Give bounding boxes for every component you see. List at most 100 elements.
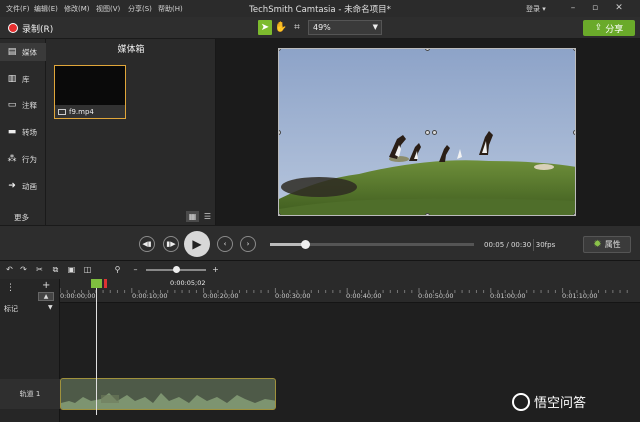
crop-icon[interactable]: ⌗ [290,20,304,35]
step-forward-icon[interactable]: ▮▶ [163,236,179,252]
nav-label: 注释 [22,100,37,110]
nav-item-animation[interactable]: ➜ 动画 [0,177,46,195]
animation-icon: ➜ [8,181,16,191]
properties-button[interactable]: ✹ 属性 [583,236,631,253]
video-preview[interactable] [278,48,576,216]
nav-item-library[interactable]: ▥ 库 [0,70,46,88]
playhead-line[interactable] [96,285,97,415]
zoom-out-icon[interactable]: – [130,264,141,275]
properties-label: 属性 [604,240,621,249]
collapse-tracks-icon[interactable]: ▲ [38,292,54,301]
media-file-name: f9.mp4 [69,107,94,116]
library-icon: ▥ [7,74,17,84]
timeline-zoom-slider[interactable] [146,266,206,273]
scrubber-knob[interactable] [300,240,310,249]
zoom-select[interactable]: 49% ▼ [308,20,382,35]
watermark-logo-icon [512,392,530,411]
share-label: 分享 [605,24,624,35]
zoom-value: 49% [313,23,331,32]
playhead-handle[interactable] [91,279,102,288]
nav-item-media[interactable]: ▤ 媒体 [0,43,46,61]
nav-item-annotation[interactable]: ▭ 注释 [0,96,46,114]
step-back-icon[interactable]: ◀▮ [139,236,155,252]
chevron-down-icon[interactable]: ▼ [48,304,53,311]
tick-label: 0:00:20;00 [203,292,239,300]
canvas-area [216,39,640,225]
media-bin-title: 媒体箱 [117,45,145,55]
play-button[interactable]: ▶ [184,231,210,257]
playback-bar: ◀▮ ▮▶ ▶ ‹ › 00:05 / 00:30 30fps ✹ 属性 [0,225,640,261]
record-button[interactable]: 录制(R) [4,20,57,36]
record-icon [8,23,18,33]
media-icon: ▤ [7,47,17,57]
redo-icon[interactable]: ↷ [18,264,29,275]
time-readout: 00:05 / 00:30 [484,241,532,249]
tick-label: 0:00:50;00 [418,292,454,300]
nav-label: 转场 [22,127,37,137]
zoom-icon: ⚲ [114,265,121,274]
record-label: 录制(R) [22,24,54,35]
annotation-icon: ▭ [7,100,17,110]
timeline-clip[interactable] [60,378,276,410]
marker-track-label: 标记 [4,305,18,313]
main-toolbar: 录制(R) ➤ ✋ ⌗ 49% ▼ ⇪ 分享 [0,17,640,39]
video-file-icon [58,108,66,115]
tick-label: 0:00:00;00 [60,292,96,300]
transition-icon: ▬ [7,127,17,137]
playback-scrubber[interactable] [270,240,474,249]
more-button[interactable]: 更多 [0,211,46,225]
login-link[interactable]: 登录 ▾ [526,4,546,14]
left-nav: ▤ 媒体 ▥ 库 ▭ 注释 ▬ 转场 ⁂ 行为 ➜ 动画 [0,39,46,225]
resize-handle-bottom[interactable] [425,213,430,215]
split-icon[interactable]: ◫ [82,264,93,275]
timeline-toolbar: ↶ ↷ ✂ ⧉ ▣ ◫ ⚲ – + [0,261,640,279]
copy-icon[interactable]: ⧉ [50,264,61,275]
track-1-label[interactable]: 轨道 1 [0,379,60,409]
resize-handle-tr[interactable] [573,49,575,51]
rotate-handle[interactable] [425,130,430,135]
nav-label: 媒体 [22,47,37,57]
paste-icon[interactable]: ▣ [66,264,77,275]
share-icon: ⇪ [594,23,603,33]
media-thumbnail-footer: f9.mp4 [55,105,125,118]
playhead-time: 0:00:05;02 [170,279,206,287]
watermark-text: 悟空问答 [534,396,587,411]
next-clip-icon[interactable]: › [240,236,256,252]
media-thumbnail[interactable]: f9.mp4 [54,65,126,119]
behavior-icon: ⁂ [7,154,17,164]
nav-label: 库 [22,74,30,84]
clip-waveform [61,393,275,409]
hand-icon[interactable]: ✋ [274,20,288,35]
undo-icon[interactable]: ↶ [4,264,15,275]
grid-view-icon[interactable]: ▦ [186,211,199,222]
track-lock-icon[interactable]: ⋮ [6,283,15,293]
resize-handle-right[interactable] [573,130,575,135]
previous-clip-icon[interactable]: ‹ [217,236,233,252]
resize-handle-br[interactable] [573,213,575,215]
share-button[interactable]: ⇪ 分享 [583,20,635,36]
minimize-icon[interactable]: – [566,2,580,14]
scrubber-fill [270,243,305,246]
tick-label: 0:00:30;00 [275,292,311,300]
zoom-in-icon[interactable]: + [210,264,221,275]
close-icon[interactable]: ✕ [612,2,626,14]
tick-label: 0:00:40;00 [346,292,382,300]
media-bin: 媒体箱 f9.mp4 ▦ ☰ [46,39,216,225]
tick-label: 0:01:10;00 [562,292,598,300]
maximize-icon[interactable]: ▫ [588,2,602,14]
pointer-icon[interactable]: ➤ [258,20,272,35]
nav-item-transition[interactable]: ▬ 转场 [0,123,46,141]
resize-handle-bl[interactable] [279,213,281,215]
add-track-icon[interactable]: + [42,280,50,291]
timeline-ruler[interactable]: 0:00:05;02 0:00:00;00 0:00:10;00 0:00:20… [60,279,640,303]
nav-item-behavior[interactable]: ⁂ 行为 [0,150,46,168]
list-view-icon[interactable]: ☰ [201,211,214,222]
cut-icon[interactable]: ✂ [34,264,45,275]
center-handle[interactable] [432,130,437,135]
menu-bar: 文件(F) 编辑(E) 修改(M) 视图(V) 分享(S) 帮助(H) Tech… [0,0,640,17]
tick-label: 0:01:00;00 [490,292,526,300]
chevron-down-icon: ▼ [372,23,378,31]
zoom-slider-knob[interactable] [173,266,180,273]
fps-readout: 30fps [533,239,557,251]
out-point-marker[interactable] [104,279,107,288]
